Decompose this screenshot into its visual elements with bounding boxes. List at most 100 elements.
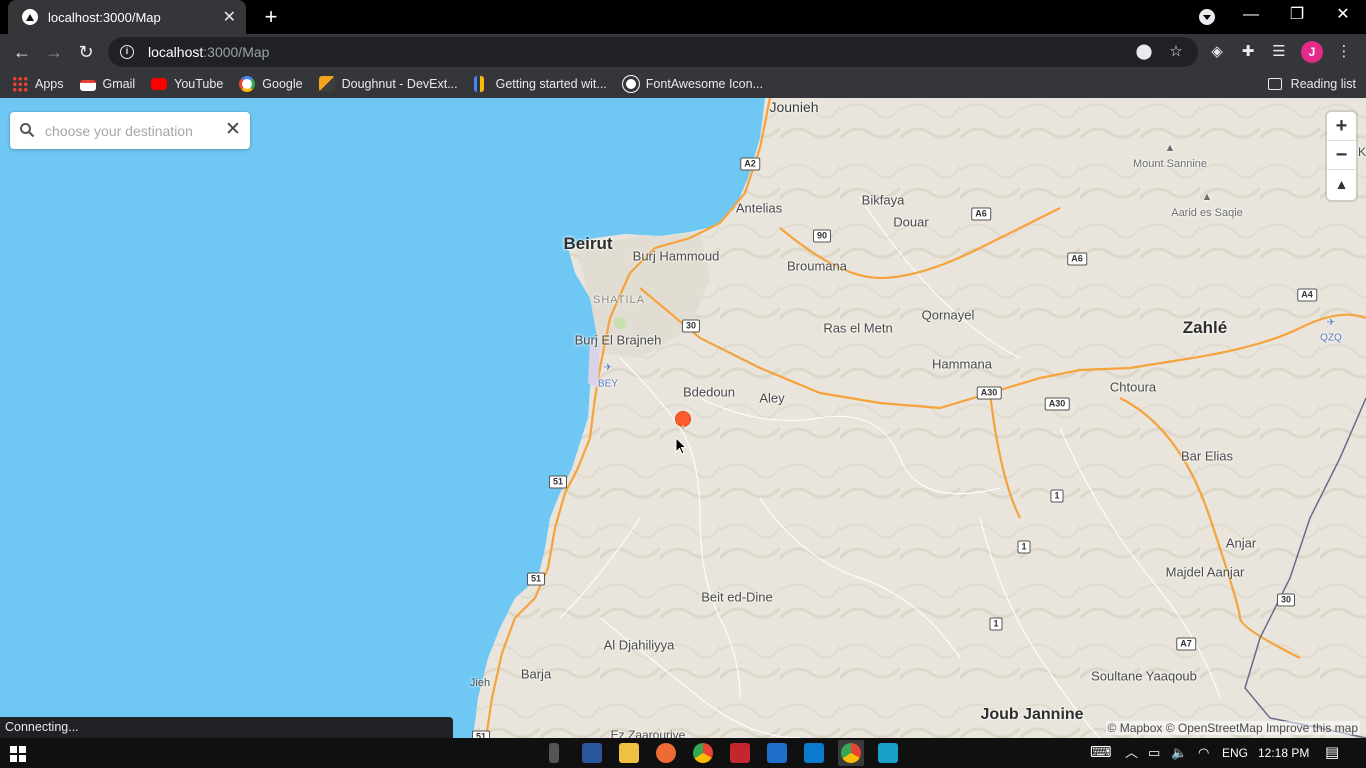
tray-chevron-icon[interactable]: ︿ [1125,738,1138,768]
profile-avatar[interactable]: J [1301,41,1323,63]
tab-strip: localhost:3000/Map ✕ + — ❐ ✕ [0,0,1366,34]
road-shield: 1 [989,617,1003,631]
teams-app-icon[interactable] [878,743,898,763]
keyboard-icon[interactable]: ⌨ [1090,738,1112,768]
language-indicator[interactable]: ENG [1222,738,1248,768]
bookmark-youtube[interactable]: YouTube [151,77,223,91]
youtube-icon [151,78,168,90]
place-label: Hammana [932,356,992,372]
peak-icon: ▲ [1164,142,1176,154]
chrome-active-icon [841,743,861,763]
browser-tab-active[interactable]: localhost:3000/Map ✕ [8,0,246,34]
road-shield: 90 [812,229,832,243]
word-app-icon[interactable] [582,743,602,763]
place-label: BEY [597,378,619,390]
postman-app-icon[interactable] [656,743,676,763]
road-shield: 51 [471,730,491,738]
place-label: Beirut [563,234,613,253]
reading-list-icon [1267,78,1282,90]
mouse-cursor-icon [675,437,688,455]
zoom-in-button[interactable]: + [1327,112,1356,141]
browser-status-bar: Connecting... [0,717,453,738]
peak-icon: ▲ [1201,191,1213,203]
battery-icon[interactable]: ▭ [1148,738,1160,768]
remote-desktop-icon[interactable] [767,743,787,763]
extensions-puzzle-icon[interactable]: ✚ [1238,42,1258,62]
bookmark-apps[interactable]: Apps [12,76,64,92]
reading-list-button[interactable]: Reading list [1267,70,1356,98]
app-usb-icon[interactable] [549,743,559,763]
site-favicon-icon [22,9,38,25]
tab-search-icon[interactable] [1199,9,1215,25]
place-label: Bikfaya [861,192,905,208]
bookmark-google[interactable]: Google [239,76,303,92]
clear-search-icon[interactable]: ✕ [224,120,242,140]
airport-icon: ✈ [603,362,613,374]
file-explorer-icon[interactable] [619,743,639,763]
bookmark-getting-started[interactable]: Getting started wit... [473,76,607,92]
forward-arrow-icon[interactable]: → [40,38,68,66]
search-icon [20,123,35,138]
url-host: localhost [148,44,204,60]
place-label: Soultane Yaaqoub [1091,668,1197,684]
place-label: Majdel Aanjar [1165,564,1245,580]
place-label: Al Djahiliyya [603,637,675,653]
place-label: Bdedoun [682,384,736,400]
zoom-out-button[interactable]: − [1327,141,1356,170]
clock[interactable]: 12:18 PM [1258,738,1309,768]
place-label: Ras el Metn [823,320,893,336]
location-pin-icon[interactable]: ⬤ [1134,42,1154,62]
back-arrow-icon[interactable]: ← [8,38,36,66]
close-window-button[interactable]: ✕ [1320,0,1366,32]
pdf-app-icon[interactable] [730,743,750,763]
destination-search-input[interactable] [45,120,215,142]
place-label: Zahlé [1182,318,1228,337]
road-shield: A7 [1176,637,1196,651]
place-label: Jieh [469,677,491,689]
road-shield: A30 [976,386,1002,400]
volume-icon[interactable]: 🔈 [1171,738,1187,768]
road-shield: 1 [1050,489,1064,503]
road-shield: A4 [1297,288,1317,302]
wifi-icon[interactable]: ◠ [1198,738,1209,768]
more-menu-icon[interactable]: ⋮ [1334,42,1354,62]
reload-icon[interactable]: ↻ [72,38,100,66]
place-label: K [1357,145,1366,159]
address-bar[interactable]: i localhost:3000/Map [108,37,1198,67]
vscode-app-icon[interactable] [804,743,824,763]
road-shield: 30 [1276,593,1296,607]
bookmark-star-icon[interactable]: ☆ [1166,42,1186,62]
minimize-button[interactable]: — [1228,0,1274,32]
fontawesome-icon [622,76,639,92]
bookmarks-bar: Apps Gmail YouTube Google Doughnut - Dev… [0,70,1366,98]
place-label: Chtoura [1109,379,1157,395]
bookmark-gmail[interactable]: Gmail [79,77,135,91]
close-tab-icon[interactable]: ✕ [223,7,236,27]
place-label: Broumana [787,258,847,274]
site-info-icon[interactable]: i [120,45,134,59]
browser-toolbar: ← → ↻ i localhost:3000/Map ⬤ ☆ ◈ ✚ ☰ J ⋮ [0,34,1366,70]
location-marker[interactable] [676,412,690,429]
bookmark-doughnut[interactable]: Doughnut - DevExt... [318,76,458,92]
place-label: Douar [893,214,929,230]
road-shield: 51 [548,475,568,489]
notifications-icon[interactable]: ▤ [1325,738,1339,768]
map-canvas[interactable]: Jounieh Beirut Burj Hammoud SHATILA Burj… [0,98,1366,738]
reset-bearing-compass-icon[interactable]: ▲ [1327,170,1356,199]
place-label: SHATILA [592,294,646,306]
road-shield: A6 [1067,252,1087,266]
restore-button[interactable]: ❐ [1274,0,1320,32]
media-queue-icon[interactable]: ☰ [1269,42,1289,62]
place-label: Qornayel [921,307,975,323]
place-label: Beit ed-Dine [701,589,773,605]
map-attribution[interactable]: © Mapbox © OpenStreetMap Improve this ma… [1105,721,1360,735]
chrome-app-icon[interactable] [693,743,713,763]
road-shield: A2 [740,157,760,171]
new-tab-button[interactable]: + [258,4,284,30]
windows-start-icon[interactable] [10,746,26,762]
airport-icon: ✈ [1326,317,1336,329]
extension-shield-icon[interactable]: ◈ [1207,42,1227,62]
place-label: QZQ [1320,332,1342,344]
road-shield: A30 [1044,397,1070,411]
bookmark-fontawesome[interactable]: FontAwesome Icon... [622,76,763,92]
